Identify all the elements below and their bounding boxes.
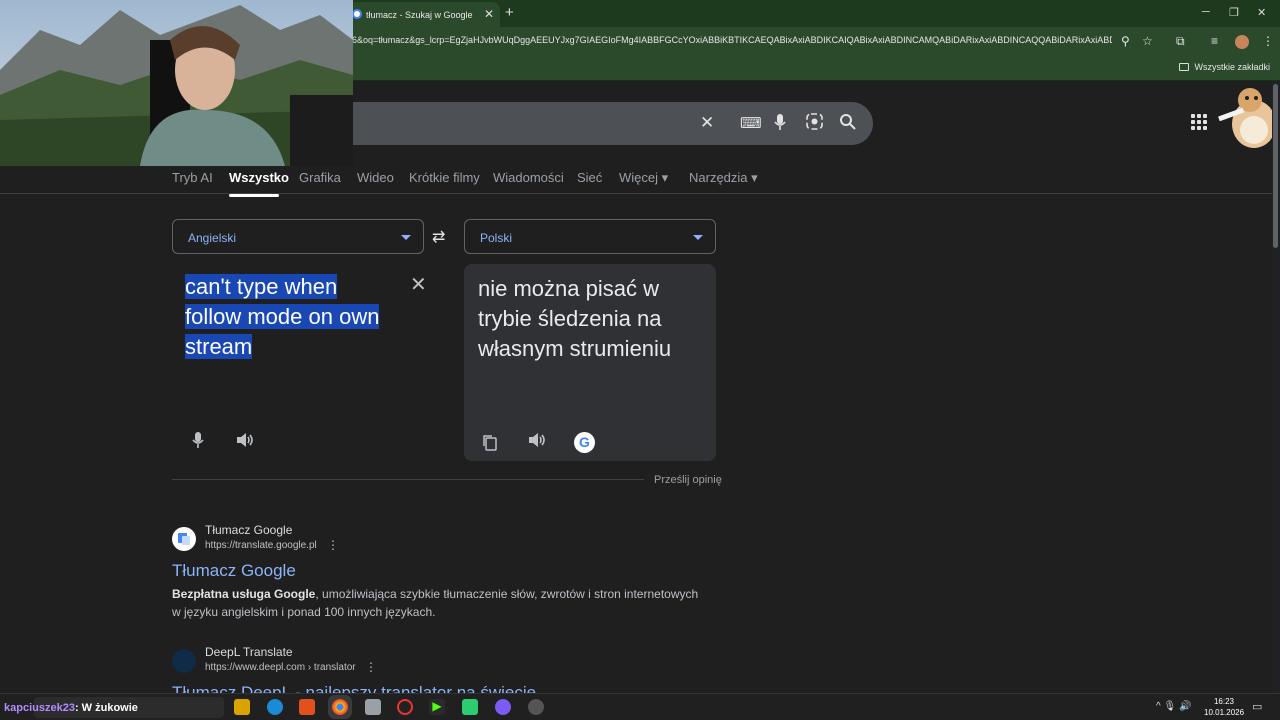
obs-icon[interactable] (397, 699, 413, 715)
copy-icon[interactable] (482, 434, 497, 456)
feedback-divider (172, 479, 644, 480)
result-more-icon[interactable]: ⋮ (365, 660, 377, 674)
brave-icon[interactable] (299, 699, 315, 715)
keyboard-icon[interactable]: ⌨ (740, 114, 762, 132)
target-language-label: Polski (480, 231, 513, 245)
microphone-icon[interactable] (774, 114, 786, 134)
lens-icon[interactable] (806, 113, 823, 135)
source-text-area[interactable]: can't type when follow mode on own strea… (172, 264, 442, 460)
folder-icon (1179, 63, 1190, 71)
tab-title: tłumacz - Szukaj w Google (366, 10, 473, 20)
chat-username: kapciuszek23 (4, 702, 75, 714)
hamster-mascot-image (1214, 82, 1280, 152)
new-tab-button[interactable]: + (505, 4, 514, 21)
swap-languages-icon[interactable]: ⇄ (432, 227, 445, 247)
url-field[interactable]: 6&oq=tłumacz&gs_lcrp=EgZjaHJvbWUqDggAEEU… (352, 35, 1112, 45)
google-logo-icon[interactable]: G (574, 432, 595, 453)
search-result: DeepL Translate https://www.deepl.com › … (172, 645, 712, 693)
browser-tab[interactable]: tłumacz - Szukaj w Google ✕ (348, 2, 500, 27)
tab-videos[interactable]: Wideo (357, 170, 394, 185)
edge-icon[interactable] (267, 699, 283, 715)
chat-app-icon[interactable] (495, 699, 511, 715)
close-window-icon[interactable]: ✕ (1257, 6, 1266, 19)
kick-icon[interactable]: ▶ (429, 699, 445, 715)
tab-all[interactable]: Wszystko (229, 170, 289, 185)
result-title-link[interactable]: Tłumacz DeepL - najlepszy translator na … (172, 683, 536, 693)
all-bookmarks-button[interactable]: Wszystkie zakładki (1179, 62, 1270, 72)
google-apps-icon[interactable] (1191, 114, 1207, 130)
clock-date: 10.01.2026 (1204, 708, 1245, 717)
source-microphone-icon[interactable] (192, 432, 204, 454)
tab-images[interactable]: Grafika (299, 170, 341, 185)
restore-icon[interactable]: ❐ (1229, 6, 1239, 19)
tab-close-icon[interactable]: ✕ (484, 7, 494, 21)
all-bookmarks-label: Wszystkie zakładki (1194, 62, 1270, 72)
notification-icon[interactable]: ▭ (1252, 700, 1262, 713)
source-speaker-icon[interactable] (236, 432, 254, 453)
target-speaker-icon[interactable] (528, 432, 546, 453)
result-more-icon[interactable]: ⋮ (327, 538, 339, 552)
bookmark-star-icon[interactable]: ☆ (1142, 34, 1153, 48)
google-results-page: ✕ ⌨ Tryb AI Wszystko Grafika Wideo Krótk… (0, 82, 1280, 693)
result-url[interactable]: https://www.deepl.com › translator (205, 662, 356, 673)
tab-short-videos[interactable]: Krótkie filmy (409, 170, 480, 185)
source-text[interactable]: can't type when follow mode on own strea… (185, 272, 405, 362)
extensions-icon[interactable]: ⧉ (1176, 34, 1185, 49)
active-tab-indicator (229, 194, 279, 197)
result-title-link[interactable]: Tłumacz Google (172, 561, 296, 581)
scrollbar-thumb[interactable] (1273, 84, 1278, 248)
app-icon[interactable] (528, 699, 544, 715)
tab-ai-mode[interactable]: Tryb AI (172, 170, 213, 185)
chat-text: W żukowie (78, 702, 138, 714)
search-icon[interactable] (839, 113, 856, 135)
result-snippet: Bezpłatna usługa Google, umożliwiająca s… (172, 587, 699, 619)
stream-chat-message: kapciuszek23: W żukowie (4, 702, 138, 714)
google-favicon-icon (352, 9, 362, 19)
target-language-select[interactable]: Polski (464, 219, 716, 254)
app-icon[interactable] (365, 699, 381, 715)
result-site-name: Tłumacz Google (205, 523, 293, 537)
google-translate-favicon-icon (172, 527, 196, 551)
tabs-divider (0, 193, 1280, 194)
profile-avatar[interactable] (1235, 35, 1249, 49)
menu-icon[interactable]: ⋮ (1262, 34, 1274, 48)
clock-time: 16:23 (1213, 697, 1235, 706)
result-url[interactable]: https://translate.google.pl (205, 540, 317, 551)
streamlabs-icon[interactable] (462, 699, 478, 715)
taskbar-clock[interactable]: 16:23 10.01.2026 (1204, 696, 1244, 718)
windows-taskbar: kapciuszek23: W żukowie ▶ ^ 🎙 🔊 16:23 10… (0, 693, 1280, 720)
webcam-overlay (0, 0, 353, 166)
dropdown-caret-icon (401, 235, 411, 240)
translated-text: nie można pisać w trybie śledzenia na wł… (478, 276, 672, 361)
tab-web[interactable]: Sieć (577, 170, 602, 185)
result-site-name: DeepL Translate (205, 645, 293, 659)
tab-tools[interactable]: Narzędzia ▾ (689, 170, 758, 186)
deepl-favicon-icon (172, 649, 196, 673)
chrome-icon[interactable] (332, 699, 348, 715)
file-explorer-icon[interactable] (234, 699, 250, 715)
media-controls-icon[interactable]: ≡ (1211, 34, 1218, 48)
tab-more[interactable]: Więcej ▾ (619, 170, 668, 186)
source-language-select[interactable]: Angielski (172, 219, 424, 254)
zoom-icon[interactable]: ⚲ (1121, 34, 1130, 48)
source-language-label: Angielski (188, 231, 237, 245)
minimize-icon[interactable]: ─ (1202, 6, 1210, 18)
search-box[interactable]: ✕ ⌨ (300, 102, 873, 145)
clear-source-icon[interactable]: ✕ (410, 272, 427, 297)
clear-search-icon[interactable]: ✕ (700, 113, 714, 133)
feedback-link[interactable]: Prześlij opinię (654, 474, 722, 486)
tab-news[interactable]: Wiadomości (493, 170, 564, 185)
translation-output: nie można pisać w trybie śledzenia na wł… (464, 264, 716, 461)
search-result: Tłumacz Google https://translate.google.… (172, 523, 712, 623)
dropdown-caret-icon (693, 235, 703, 240)
system-tray[interactable]: ^ 🎙 🔊 (1156, 701, 1191, 712)
